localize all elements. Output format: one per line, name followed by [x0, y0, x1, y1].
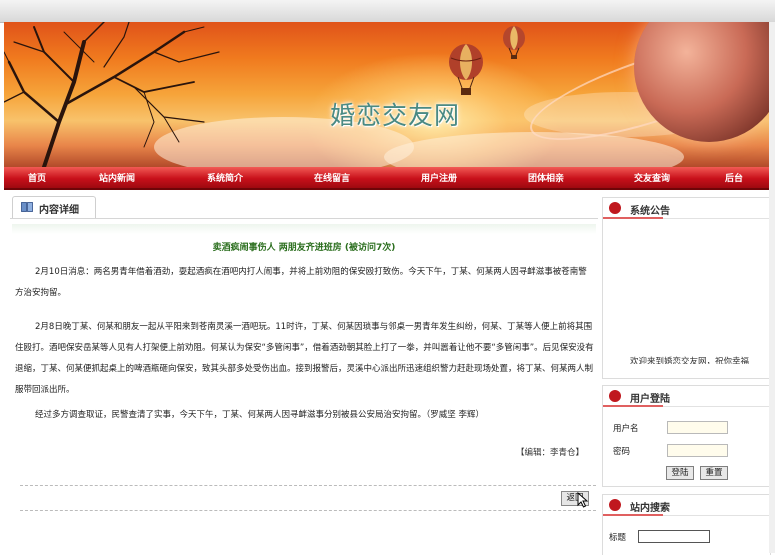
header-accent [603, 514, 663, 516]
search-panel: 站内搜索 标题 [602, 494, 771, 555]
reset-button[interactable]: 重置 [700, 466, 728, 480]
search-title-label: 标题 [609, 533, 627, 543]
login-button[interactable]: 登陆 [666, 466, 694, 480]
main-nav: 首页 站内新闻 系统简介 在线留言 用户注册 团体相亲 交友查询 后台 [4, 167, 771, 190]
search-panel-icon [609, 499, 621, 511]
nav-item-group-dating[interactable]: 团体相亲 [528, 171, 564, 184]
password-label: 密码 [613, 447, 631, 457]
password-input[interactable] [667, 444, 728, 457]
search-title-input[interactable] [638, 530, 710, 543]
nav-item-register[interactable]: 用户注册 [421, 171, 457, 184]
tab-label: 内容详细 [39, 205, 79, 216]
username-label: 用户名 [613, 424, 639, 434]
login-icon [609, 390, 621, 402]
nav-item-home[interactable]: 首页 [28, 171, 46, 184]
notice-panel: 系统公告 欢迎来到婚恋交友网，祝你幸福 [602, 197, 771, 379]
tree-silhouette [4, 22, 220, 167]
nav-item-about[interactable]: 系统简介 [207, 171, 243, 184]
balloon-graphic [503, 26, 525, 59]
nav-item-search[interactable]: 交友查询 [634, 171, 670, 184]
nav-item-admin[interactable]: 后台 [725, 171, 743, 184]
divider [20, 510, 596, 511]
book-icon [21, 202, 33, 212]
balloon-graphic [449, 44, 483, 95]
speaker-icon [609, 202, 621, 214]
editor-credit: 【编辑：李青仓】 [515, 448, 584, 458]
article-title: 卖酒疯闹事伤人 两朋友齐进班房 (被访问7次) [212, 243, 396, 253]
header-accent [603, 405, 663, 407]
window-right-edge [769, 22, 775, 553]
main-content: 内容详细 卖酒疯闹事伤人 两朋友齐进班房 (被访问7次) 2月10日消息：两名男… [10, 196, 598, 553]
notice-header: 系统公告 [603, 198, 770, 219]
site-banner: 婚恋交友网 [4, 22, 771, 167]
header-accent [603, 217, 663, 219]
notice-marquee: 欢迎来到婚恋交友网，祝你幸福 [630, 357, 750, 367]
login-header: 用户登陆 [603, 386, 770, 407]
nav-item-guestbook[interactable]: 在线留言 [314, 171, 350, 184]
article-panel: 卖酒疯闹事伤人 两朋友齐进班房 (被访问7次) 2月10日消息：两名男青年借着酒… [12, 224, 596, 524]
notice-title: 系统公告 [630, 206, 670, 217]
login-panel: 用户登陆 用户名 密码 登陆 重置 [602, 385, 771, 487]
nav-item-news[interactable]: 站内新闻 [99, 171, 135, 184]
browser-top-strip [0, 0, 775, 23]
search-title: 站内搜索 [630, 503, 670, 514]
article-paragraph: 2月8日晚丁某、何某和朋友一起从平阳来到苍南灵溪一酒吧玩。11时许，丁某、何某因… [15, 322, 594, 395]
tab-content-detail[interactable]: 内容详细 [12, 196, 96, 218]
article-paragraph: 经过多方调查取证，民警查清了实事，今天下午，丁某、何某两人因寻衅滋事分别被县公安… [35, 410, 484, 420]
article-paragraph: 2月10日消息：两名男青年借着酒劲，耍起酒疯在酒吧内打人闹事，并将上前劝阻的保安… [15, 267, 587, 298]
mouse-cursor-icon [577, 492, 589, 508]
divider [20, 485, 596, 486]
search-header: 站内搜索 [603, 495, 770, 516]
username-input[interactable] [667, 421, 728, 434]
site-title: 婚恋交友网 [330, 101, 461, 130]
content-tabbar: 内容详细 [10, 196, 598, 219]
login-title: 用户登陆 [630, 394, 670, 405]
